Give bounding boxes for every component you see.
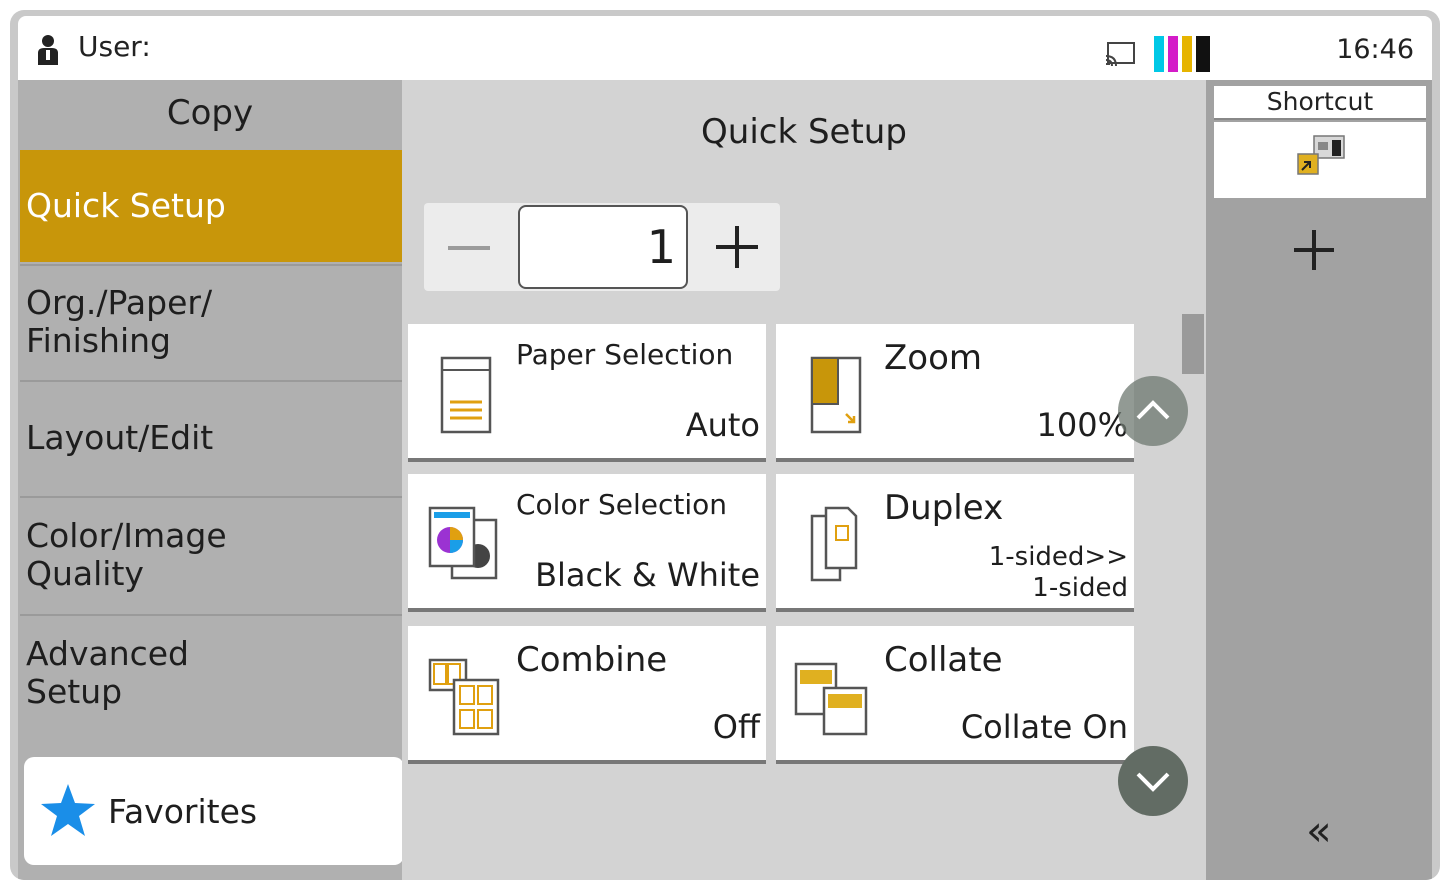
add-shortcut-button[interactable] [1294,230,1334,270]
zoom-icon [810,356,862,434]
favorites-button[interactable]: Favorites [24,757,404,865]
sidebar-item-label: Layout/Edit [26,418,214,457]
toner-magenta [1168,36,1178,72]
clock: 16:46 [1336,34,1414,65]
sidebar-item-label: Org./Paper/ Finishing [26,283,213,360]
tile-value: Auto [685,406,760,444]
sidebar-item-label: Color/Image Quality [26,516,227,593]
collate-button[interactable]: Collate Collate On [776,626,1134,764]
sidebar-item-color-image-quality[interactable]: Color/Image Quality [20,496,402,612]
shortcut-header: Shortcut [1214,86,1426,120]
sidebar-item-org-paper-finishing[interactable]: Org./Paper/ Finishing [20,264,402,378]
tile-value: Off [712,708,760,746]
shortcut-item[interactable] [1214,122,1426,198]
toner-level-indicator[interactable] [1154,36,1214,72]
copies-input[interactable]: 1 [518,205,688,289]
paper-tray-icon [440,356,492,434]
collate-icon [794,662,868,736]
sidebar-item-label: Advanced Setup [26,634,190,711]
shortcut-icon [1297,135,1345,175]
tile-value: Black & White [535,556,760,594]
toner-yellow [1182,36,1192,72]
star-icon [41,784,95,836]
sidebar-item-label: Quick Setup [26,186,226,225]
device-screen: User: 16:46 Copy Quick Setup Org./Paper/… [10,10,1440,880]
color-selection-button[interactable]: Color Selection Black & White [408,474,766,612]
tile-name: Color Selection [516,488,728,521]
tile-value: 1-sided>> 1-sided [989,542,1128,604]
toner-black [1196,36,1210,72]
shortcut-panel: Shortcut « [1206,80,1432,880]
combine-icon [428,658,500,736]
decrease-copies-button[interactable] [424,203,514,291]
scroll-up-button[interactable] [1118,376,1188,446]
chevron-up-icon [1136,400,1170,420]
user-icon [38,35,58,65]
color-selection-icon [428,506,498,580]
toner-cyan [1154,36,1164,72]
scroll-down-button[interactable] [1118,746,1188,816]
zoom-button[interactable]: Zoom 100% [776,324,1134,462]
cast-icon [1105,42,1135,67]
user-label: User: [78,30,151,63]
function-sidebar: Copy Quick Setup Org./Paper/ Finishing L… [18,80,404,880]
scrollbar-thumb[interactable] [1182,314,1204,374]
duplex-icon [810,506,858,582]
status-bar: User: 16:46 [18,16,1432,80]
page-title: Quick Setup [701,112,907,152]
sidebar-title: Copy [166,93,254,133]
tile-name: Paper Selection [516,338,734,371]
chevron-down-icon [1136,772,1170,792]
favorites-label: Favorites [108,791,258,831]
tile-value-line1: 1-sided>> [988,542,1128,572]
collapse-panel-button[interactable]: « [1306,806,1332,855]
quick-setup-panel: Quick Setup 1 Paper Selection Auto Zoom … [402,80,1206,880]
tile-name: Combine [516,640,668,680]
sidebar-item-advanced-setup[interactable]: Advanced Setup [20,614,402,730]
tile-value: Collate On [960,708,1128,746]
tile-value: 100% [1036,406,1128,444]
increase-copies-button[interactable] [694,203,780,291]
tile-value-line2: 1-sided [1032,573,1128,603]
duplex-button[interactable]: Duplex 1-sided>> 1-sided [776,474,1134,612]
tile-name: Collate [884,640,1003,680]
tile-name: Duplex [884,488,1004,528]
tile-name: Zoom [884,338,983,378]
copies-stepper: 1 [424,203,780,291]
sidebar-item-layout-edit[interactable]: Layout/Edit [20,380,402,494]
sidebar-item-quick-setup[interactable]: Quick Setup [20,150,402,262]
combine-button[interactable]: Combine Off [408,626,766,764]
paper-selection-button[interactable]: Paper Selection Auto [408,324,766,462]
